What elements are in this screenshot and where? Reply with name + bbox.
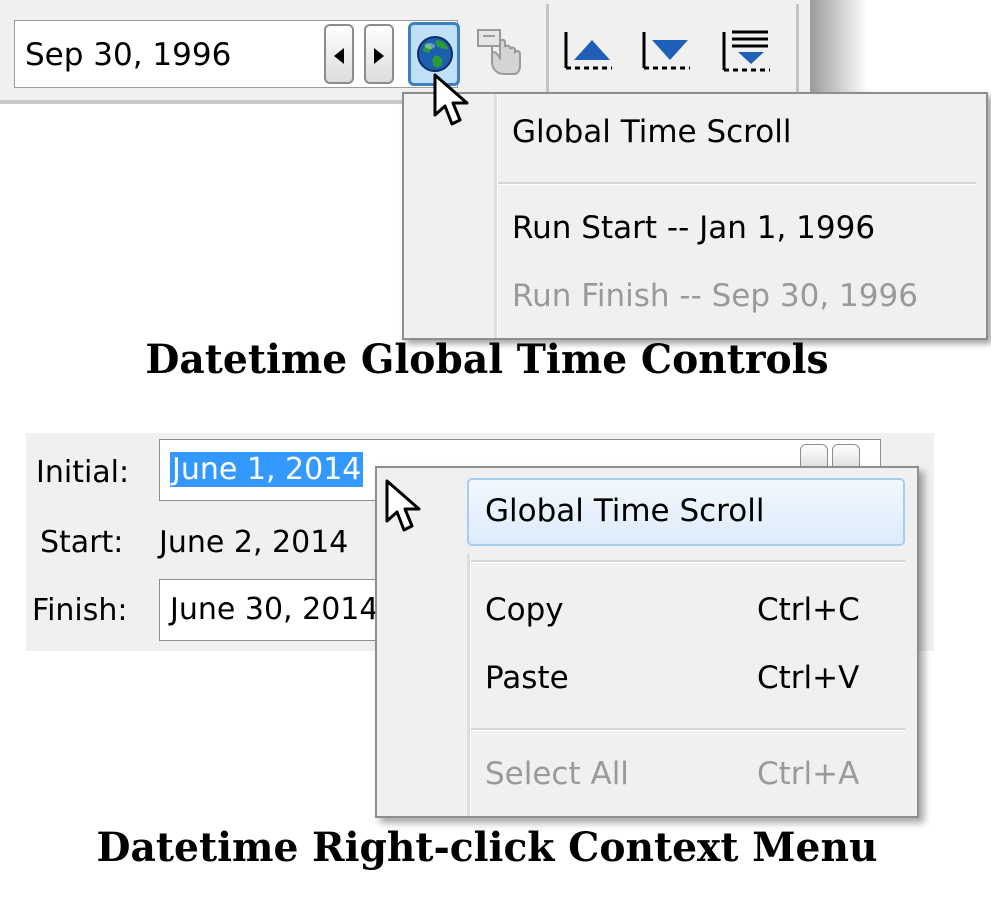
globe-icon (417, 36, 453, 72)
menu-item-run-finish: Run Finish -- Sep 30, 1996 (512, 278, 918, 314)
context-shortcut-copy: Ctrl+C (757, 592, 860, 628)
move-up-button[interactable] (562, 28, 616, 72)
arrow-left-icon (334, 48, 344, 64)
caption-global-time-controls: Datetime Global Time Controls (145, 336, 829, 383)
move-down-icon (642, 32, 690, 70)
menu-item-global-time-scroll[interactable]: Global Time Scroll (512, 114, 791, 150)
calendar-hand-button[interactable] (476, 28, 524, 84)
caption-context-menu: Datetime Right-click Context Menu (96, 824, 878, 871)
toolbar-separator-end (796, 4, 799, 96)
context-item-select-all: Select All (485, 756, 629, 792)
menu-gutter (494, 94, 498, 338)
context-item-copy[interactable]: Copy (485, 592, 564, 628)
context-item-paste[interactable]: Paste (485, 660, 569, 696)
previous-button[interactable] (324, 24, 354, 84)
menu-separator (498, 182, 976, 185)
calendar-hand-icon (477, 29, 521, 75)
window-edge-shadow (810, 0, 868, 100)
arrow-right-icon (374, 48, 384, 64)
context-shortcut-select-all: Ctrl+A (757, 756, 860, 792)
finish-field-value: June 30, 2014 (170, 592, 379, 627)
list-down-icon (722, 30, 770, 72)
move-up-icon (564, 32, 612, 70)
context-menu-gutter (467, 554, 471, 816)
list-down-button[interactable] (720, 26, 774, 74)
initial-label: Initial: (36, 455, 130, 490)
datetime-toolbar: Sep 30, 1996 (0, 0, 810, 104)
mouse-pointer-icon (433, 73, 469, 126)
context-item-global-time-scroll[interactable]: Global Time Scroll (485, 493, 764, 529)
menu-item-run-start[interactable]: Run Start -- Jan 1, 1996 (512, 210, 875, 246)
mouse-pointer-icon (385, 479, 421, 532)
date-field-value: Sep 30, 1996 (25, 37, 232, 73)
start-label: Start: (40, 525, 124, 560)
initial-field-selected-text: June 1, 2014 (170, 452, 364, 487)
move-down-button[interactable] (640, 28, 694, 72)
next-button[interactable] (364, 24, 394, 84)
context-separator-2 (471, 728, 905, 731)
finish-label: Finish: (32, 593, 128, 628)
global-time-menu: Global Time Scroll Run Start -- Jan 1, 1… (402, 92, 988, 340)
context-separator-1 (471, 560, 905, 563)
context-menu: Global Time Scroll Copy Ctrl+C Paste Ctr… (375, 466, 919, 818)
context-shortcut-paste: Ctrl+V (757, 660, 860, 696)
toolbar-separator (546, 4, 549, 96)
start-value: June 2, 2014 (159, 525, 349, 560)
